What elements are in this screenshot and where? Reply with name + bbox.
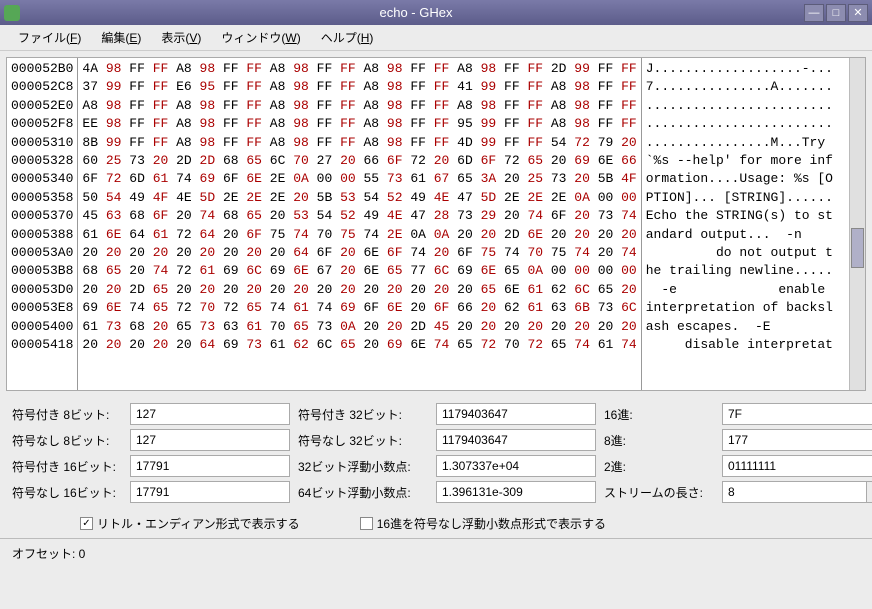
input-hex[interactable] bbox=[722, 403, 872, 425]
label-u8: 符号なし 8ビット: bbox=[12, 432, 122, 449]
scrollbar-thumb[interactable] bbox=[851, 228, 864, 268]
hex-unsigned-float-label: 16進を符号なし浮動小数点形式で表示する bbox=[377, 515, 606, 532]
stream-length-spinner[interactable]: ▴ ▾ bbox=[722, 481, 872, 503]
menubar: ファイル(F) 編集(E) 表示(V) ウィンドウ(W) ヘルプ(H) bbox=[0, 25, 872, 51]
label-s16: 符号付き 16ビット: bbox=[12, 458, 122, 475]
vertical-scrollbar[interactable] bbox=[849, 58, 865, 390]
minimize-button[interactable]: — bbox=[804, 4, 824, 22]
app-icon bbox=[4, 5, 20, 21]
label-u16: 符号なし 16ビット: bbox=[12, 484, 122, 501]
label-s8: 符号付き 8ビット: bbox=[12, 406, 122, 423]
input-s16[interactable] bbox=[130, 455, 290, 477]
menu-view[interactable]: 表示(V) bbox=[151, 25, 211, 50]
options-row: ✓ リトル・エンディアン形式で表示する 16進を符号なし浮動小数点形式で表示する bbox=[0, 509, 872, 538]
menu-window[interactable]: ウィンドウ(W) bbox=[211, 25, 310, 50]
label-f64: 64ビット浮動小数点: bbox=[298, 484, 428, 501]
input-u16[interactable] bbox=[130, 481, 290, 503]
data-inspector: 符号付き 8ビット: 符号付き 32ビット: 16進: 符号なし 8ビット: 符… bbox=[0, 397, 872, 509]
input-s32[interactable] bbox=[436, 403, 596, 425]
label-s32: 符号付き 32ビット: bbox=[298, 406, 428, 423]
label-len: ストリームの長さ: bbox=[604, 484, 714, 501]
label-hex: 16進: bbox=[604, 406, 714, 423]
close-button[interactable]: ✕ bbox=[848, 4, 868, 22]
offset-status: オフセット: 0 bbox=[12, 547, 85, 561]
little-endian-checkbox[interactable]: ✓ リトル・エンディアン形式で表示する bbox=[80, 515, 300, 532]
spin-down-icon[interactable]: ▾ bbox=[867, 492, 872, 502]
label-f32: 32ビット浮動小数点: bbox=[298, 458, 428, 475]
label-bin: 2進: bbox=[604, 458, 714, 475]
ascii-column: J...................-... 7..............… bbox=[642, 58, 837, 390]
little-endian-label: リトル・エンディアン形式で表示する bbox=[97, 515, 300, 532]
input-oct[interactable] bbox=[722, 429, 872, 451]
hex-unsigned-float-checkbox[interactable]: 16進を符号なし浮動小数点形式で表示する bbox=[360, 515, 606, 532]
maximize-button[interactable]: □ bbox=[826, 4, 846, 22]
checkbox-icon: ✓ bbox=[80, 517, 93, 530]
label-u32: 符号なし 32ビット: bbox=[298, 432, 428, 449]
input-len[interactable] bbox=[722, 481, 867, 503]
hex-scroll[interactable]: 000052B0 000052C8 000052E0 000052F8 0000… bbox=[7, 58, 849, 390]
hex-bytes-column[interactable]: 4A 98 FF FF A8 98 FF FF A8 98 FF FF A8 9… bbox=[78, 58, 641, 390]
offset-column: 000052B0 000052C8 000052E0 000052F8 0000… bbox=[7, 58, 78, 390]
input-bin[interactable] bbox=[722, 455, 872, 477]
menu-file[interactable]: ファイル(F) bbox=[8, 25, 91, 50]
statusbar: オフセット: 0 bbox=[0, 538, 872, 568]
input-s8[interactable] bbox=[130, 403, 290, 425]
checkbox-icon bbox=[360, 517, 373, 530]
hex-view: 000052B0 000052C8 000052E0 000052F8 0000… bbox=[6, 57, 866, 391]
label-oct: 8進: bbox=[604, 432, 714, 449]
input-f64[interactable] bbox=[436, 481, 596, 503]
menu-edit[interactable]: 編集(E) bbox=[91, 25, 151, 50]
titlebar: echo - GHex — □ ✕ bbox=[0, 0, 872, 25]
window-controls: — □ ✕ bbox=[804, 4, 868, 22]
spin-up-icon[interactable]: ▴ bbox=[867, 482, 872, 492]
input-u32[interactable] bbox=[436, 429, 596, 451]
menu-help[interactable]: ヘルプ(H) bbox=[311, 25, 384, 50]
window-title: echo - GHex bbox=[28, 5, 804, 20]
input-u8[interactable] bbox=[130, 429, 290, 451]
input-f32[interactable] bbox=[436, 455, 596, 477]
